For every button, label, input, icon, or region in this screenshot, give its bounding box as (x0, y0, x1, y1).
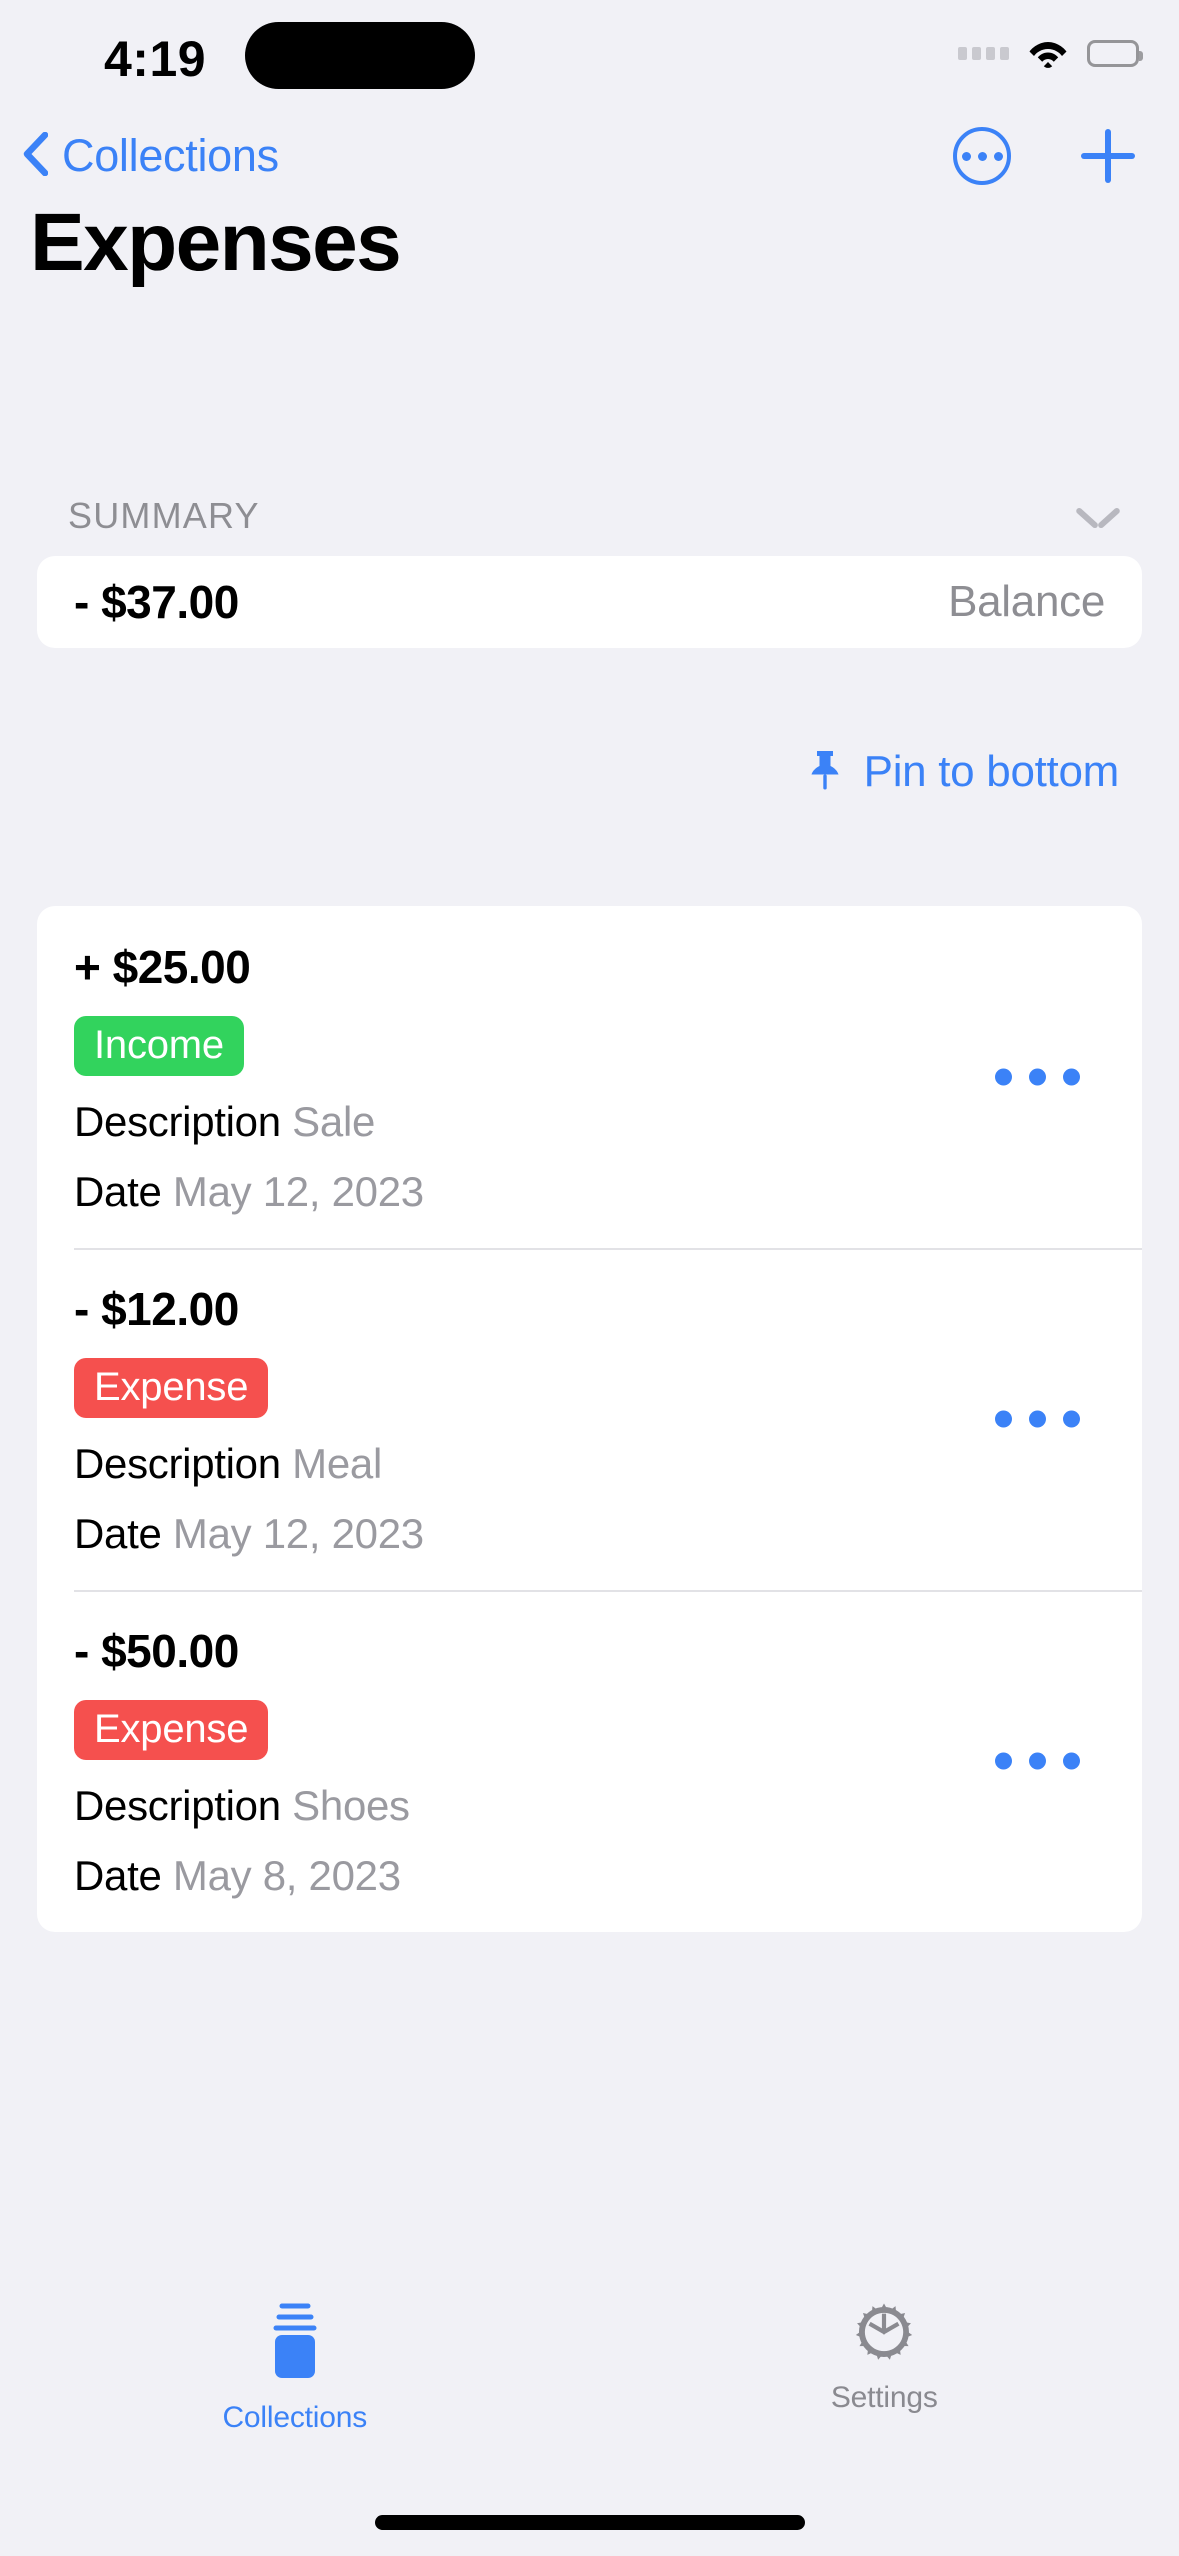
transaction-description-value: Sale (292, 1098, 376, 1145)
gear-icon (854, 2302, 914, 2367)
transaction-description-label: Description (74, 1098, 281, 1145)
status-bar-time: 4:19 (104, 31, 207, 87)
transaction-description-value: Meal (292, 1440, 383, 1487)
back-button-label: Collections (62, 130, 279, 181)
tab-settings-label: Settings (830, 2381, 938, 2414)
transaction-date-label: Date (74, 1168, 162, 1215)
tab-settings[interactable]: Settings (590, 2282, 1179, 2452)
transaction-date-value: May 8, 2023 (172, 1852, 401, 1899)
tab-collections[interactable]: Collections (0, 2282, 590, 2452)
transaction-date-field: Date May 12, 2023 (74, 1510, 1105, 1558)
cellular-dots-icon (958, 46, 1009, 60)
ellipsis-icon[interactable] (995, 1068, 1080, 1086)
transaction-description-label: Description (74, 1782, 281, 1829)
transaction-description-field: Description Sale (74, 1098, 1105, 1146)
page-title: Expenses (30, 197, 402, 288)
transaction-date-label: Date (74, 1852, 162, 1899)
ellipsis-icon[interactable] (995, 1410, 1080, 1428)
status-bar: 4:19 (0, 0, 1179, 110)
summary-section-header: SUMMARY (68, 495, 1119, 537)
table-row[interactable]: - $12.00 Expense Description Meal Date M… (37, 1248, 1142, 1590)
balance-amount: - $37.00 (74, 576, 239, 628)
circle-ellipsis-icon[interactable] (953, 127, 1011, 185)
table-row[interactable]: - $50.00 Expense Description Shoes Date … (37, 1590, 1142, 1932)
plus-icon[interactable] (1081, 129, 1135, 183)
transaction-amount: - $50.00 (74, 1625, 239, 1677)
transaction-date-field: Date May 8, 2023 (74, 1852, 1105, 1900)
table-row[interactable]: + $25.00 Income Description Sale Date Ma… (37, 906, 1142, 1248)
balance-card[interactable]: - $37.00 Balance (37, 556, 1142, 648)
navigation-actions (953, 118, 1135, 194)
battery-icon (1087, 39, 1143, 67)
status-badge: Income (74, 1016, 244, 1076)
back-button[interactable]: Collections (22, 118, 279, 194)
transaction-amount: - $12.00 (74, 1283, 239, 1335)
wifi-icon (1027, 38, 1069, 68)
navigation-bar: Collections (0, 118, 1179, 194)
transaction-date-value: May 12, 2023 (172, 1168, 424, 1215)
pushpin-icon (808, 748, 842, 797)
transaction-description-field: Description Shoes (74, 1782, 1105, 1830)
status-badge: Expense (74, 1358, 269, 1418)
transaction-date-field: Date May 12, 2023 (74, 1168, 1105, 1216)
dynamic-island (245, 22, 475, 89)
transaction-description-field: Description Meal (74, 1440, 1105, 1488)
tab-bar: Collections Settings (0, 2282, 1179, 2452)
status-badge: Expense (74, 1700, 269, 1760)
balance-label: Balance (948, 577, 1105, 626)
status-bar-indicators (958, 38, 1143, 68)
transaction-description-label: Description (74, 1440, 281, 1487)
chevron-down-icon[interactable] (1077, 504, 1119, 528)
pin-to-bottom-label: Pin to bottom (863, 747, 1120, 796)
transactions-card: + $25.00 Income Description Sale Date Ma… (37, 906, 1142, 1932)
transaction-description-value: Shoes (292, 1782, 410, 1829)
pin-to-bottom-button[interactable]: Pin to bottom (808, 747, 1119, 797)
summary-section-label: SUMMARY (68, 495, 260, 536)
transaction-amount: + $25.00 (74, 941, 251, 993)
transaction-date-value: May 12, 2023 (172, 1510, 424, 1557)
app-screen: 4:19 Collections Expenses SUMMARY - $37.… (0, 0, 1179, 2556)
ellipsis-icon[interactable] (995, 1752, 1080, 1770)
archivebox-icon (269, 2302, 321, 2387)
transaction-date-label: Date (74, 1510, 162, 1557)
chevron-left-icon (22, 131, 49, 181)
home-indicator (374, 2515, 805, 2530)
tab-collections-label: Collections (222, 2401, 368, 2434)
